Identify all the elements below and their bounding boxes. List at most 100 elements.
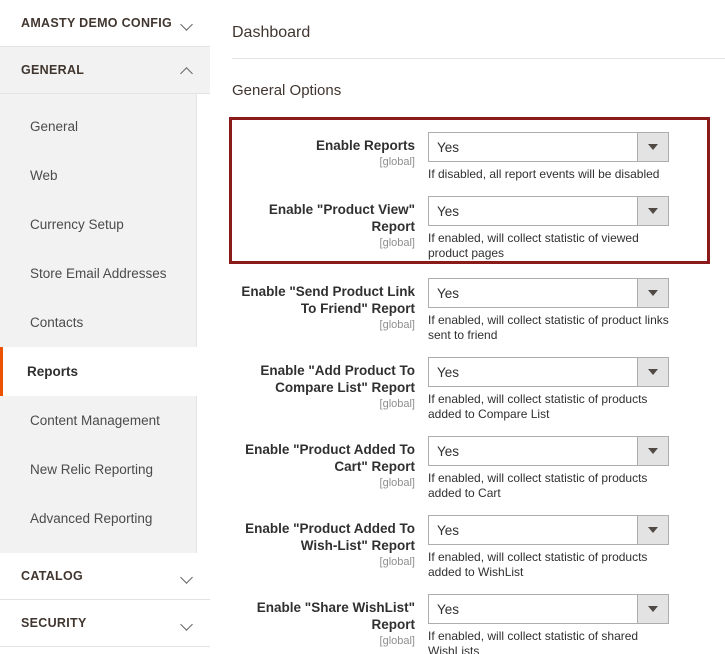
enable-add-product-to-compare-list-report-select[interactable]: Yes bbox=[428, 357, 669, 387]
field-hint: If enabled, will collect statistic of pr… bbox=[428, 392, 673, 422]
field-scope: [global] bbox=[232, 476, 415, 491]
sidebar-item-label: Content Management bbox=[30, 413, 160, 428]
sidebar-item-new-relic-reporting[interactable]: New Relic Reporting bbox=[0, 445, 196, 494]
sidebar-section-label: GENERAL bbox=[21, 63, 181, 77]
config-page: AMASTY DEMO CONFIG GENERAL General Web C… bbox=[0, 0, 725, 654]
select-value: Yes bbox=[429, 516, 637, 544]
chevron-up-icon bbox=[181, 64, 194, 77]
field-control: Yes If disabled, all report events will … bbox=[428, 130, 725, 182]
field-label: Enable "Send Product Link To Friend" Rep… bbox=[232, 276, 428, 333]
field-label-text: Enable "Product View" Report bbox=[232, 201, 415, 235]
field-label: Enable "Product Added To Wish-List" Repo… bbox=[232, 513, 428, 570]
field-label-text: Enable "Add Product To Compare List" Rep… bbox=[232, 362, 415, 396]
select-value: Yes bbox=[429, 197, 637, 225]
sidebar-item-currency-setup[interactable]: Currency Setup bbox=[0, 200, 196, 249]
sidebar-item-contacts[interactable]: Contacts bbox=[0, 298, 196, 347]
field-label: Enable Reports [global] bbox=[232, 130, 428, 170]
enable-product-added-to-cart-report-select[interactable]: Yes bbox=[428, 436, 669, 466]
field-enable-product-view-report: Enable "Product View" Report [global] Ye… bbox=[222, 194, 725, 261]
sidebar-item-web[interactable]: Web bbox=[0, 151, 196, 200]
page-title: Dashboard bbox=[222, 0, 725, 58]
select-value: Yes bbox=[429, 279, 637, 307]
enable-reports-select[interactable]: Yes bbox=[428, 132, 669, 162]
field-hint: If enabled, will collect statistic of vi… bbox=[428, 231, 673, 261]
sidebar-item-reports[interactable]: Reports bbox=[0, 347, 210, 396]
sidebar-item-label: New Relic Reporting bbox=[30, 462, 153, 477]
field-enable-reports: Enable Reports [global] Yes If disabled,… bbox=[222, 117, 725, 182]
field-label-text: Enable Reports bbox=[232, 137, 415, 154]
field-scope: [global] bbox=[232, 555, 415, 570]
field-scope: [global] bbox=[232, 236, 415, 251]
sidebar-section-label: SECURITY bbox=[21, 616, 181, 630]
chevron-down-icon[interactable] bbox=[637, 516, 668, 544]
chevron-down-icon bbox=[181, 17, 194, 30]
field-label: Enable "Share WishList" Report [global] bbox=[232, 592, 428, 649]
field-hint: If enabled, will collect statistic of pr… bbox=[428, 471, 673, 501]
sidebar-item-label: Web bbox=[30, 168, 58, 183]
field-label: Enable "Add Product To Compare List" Rep… bbox=[232, 355, 428, 412]
field-label-text: Enable "Send Product Link To Friend" Rep… bbox=[232, 283, 415, 317]
sidebar-section-catalog[interactable]: CATALOG bbox=[0, 553, 210, 600]
enable-send-product-link-to-friend-report-select[interactable]: Yes bbox=[428, 278, 669, 308]
field-enable-share-wishlist-report: Enable "Share WishList" Report [global] … bbox=[222, 592, 725, 654]
field-label-text: Enable "Product Added To Wish-List" Repo… bbox=[232, 520, 415, 554]
field-scope: [global] bbox=[232, 318, 415, 333]
chevron-down-icon bbox=[181, 617, 194, 630]
sidebar-item-label: Reports bbox=[27, 364, 78, 379]
sidebar-item-label: Advanced Reporting bbox=[30, 511, 152, 526]
sidebar-section-label: AMASTY DEMO CONFIG bbox=[21, 16, 181, 30]
settings-fields: Enable Reports [global] Yes If disabled,… bbox=[222, 117, 725, 654]
field-control: Yes If enabled, will collect statistic o… bbox=[428, 355, 725, 422]
enable-share-wishlist-report-select[interactable]: Yes bbox=[428, 594, 669, 624]
field-enable-add-product-to-compare-list-report: Enable "Add Product To Compare List" Rep… bbox=[222, 355, 725, 422]
field-hint: If enabled, will collect statistic of pr… bbox=[428, 550, 673, 580]
sidebar-item-content-management[interactable]: Content Management bbox=[0, 396, 196, 445]
field-enable-send-product-link-to-friend-report: Enable "Send Product Link To Friend" Rep… bbox=[222, 276, 725, 343]
chevron-down-icon[interactable] bbox=[637, 437, 668, 465]
sidebar-item-label: General bbox=[30, 119, 78, 134]
select-value: Yes bbox=[429, 437, 637, 465]
sidebar-item-label: Currency Setup bbox=[30, 217, 124, 232]
field-control: Yes If enabled, will collect statistic o… bbox=[428, 592, 725, 654]
field-label-text: Enable "Product Added To Cart" Report bbox=[232, 441, 415, 475]
sidebar-section-label: CATALOG bbox=[21, 569, 181, 583]
field-hint: If enabled, will collect statistic of sh… bbox=[428, 629, 673, 654]
select-value: Yes bbox=[429, 358, 637, 386]
sidebar-section-general[interactable]: GENERAL bbox=[0, 47, 210, 94]
sidebar-item-general[interactable]: General bbox=[0, 102, 196, 151]
select-value: Yes bbox=[429, 133, 637, 161]
field-hint: If enabled, will collect statistic of pr… bbox=[428, 313, 673, 343]
chevron-down-icon bbox=[181, 570, 194, 583]
field-enable-product-added-to-wishlist-report: Enable "Product Added To Wish-List" Repo… bbox=[222, 513, 725, 580]
enable-product-added-to-wishlist-report-select[interactable]: Yes bbox=[428, 515, 669, 545]
section-title: General Options bbox=[222, 59, 725, 117]
field-scope: [global] bbox=[232, 397, 415, 412]
select-value: Yes bbox=[429, 595, 637, 623]
field-label-text: Enable "Share WishList" Report bbox=[232, 599, 415, 633]
field-control: Yes If enabled, will collect statistic o… bbox=[428, 434, 725, 501]
sidebar-item-label: Store Email Addresses bbox=[30, 266, 167, 281]
main-content: Dashboard General Options Enable Reports… bbox=[210, 0, 725, 654]
field-label: Enable "Product Added To Cart" Report [g… bbox=[232, 434, 428, 491]
sidebar-item-store-email-addresses[interactable]: Store Email Addresses bbox=[0, 249, 196, 298]
field-control: Yes If enabled, will collect statistic o… bbox=[428, 194, 725, 261]
sidebar-item-label: Contacts bbox=[30, 315, 83, 330]
field-label: Enable "Product View" Report [global] bbox=[232, 194, 428, 251]
chevron-down-icon[interactable] bbox=[637, 197, 668, 225]
chevron-down-icon[interactable] bbox=[637, 133, 668, 161]
chevron-down-icon[interactable] bbox=[637, 279, 668, 307]
field-scope: [global] bbox=[232, 634, 415, 649]
chevron-down-icon[interactable] bbox=[637, 595, 668, 623]
field-hint: If disabled, all report events will be d… bbox=[428, 167, 673, 182]
field-control: Yes If enabled, will collect statistic o… bbox=[428, 276, 725, 343]
sidebar-item-advanced-reporting[interactable]: Advanced Reporting bbox=[0, 494, 196, 543]
field-scope: [global] bbox=[232, 155, 415, 170]
chevron-down-icon[interactable] bbox=[637, 358, 668, 386]
sidebar-section-amasty-demo-config[interactable]: AMASTY DEMO CONFIG bbox=[0, 0, 210, 47]
field-control: Yes If enabled, will collect statistic o… bbox=[428, 513, 725, 580]
settings-sidebar: AMASTY DEMO CONFIG GENERAL General Web C… bbox=[0, 0, 210, 654]
field-enable-product-added-to-cart-report: Enable "Product Added To Cart" Report [g… bbox=[222, 434, 725, 501]
sidebar-submenu-general: General Web Currency Setup Store Email A… bbox=[0, 94, 197, 553]
sidebar-section-security[interactable]: SECURITY bbox=[0, 600, 210, 647]
enable-product-view-report-select[interactable]: Yes bbox=[428, 196, 669, 226]
